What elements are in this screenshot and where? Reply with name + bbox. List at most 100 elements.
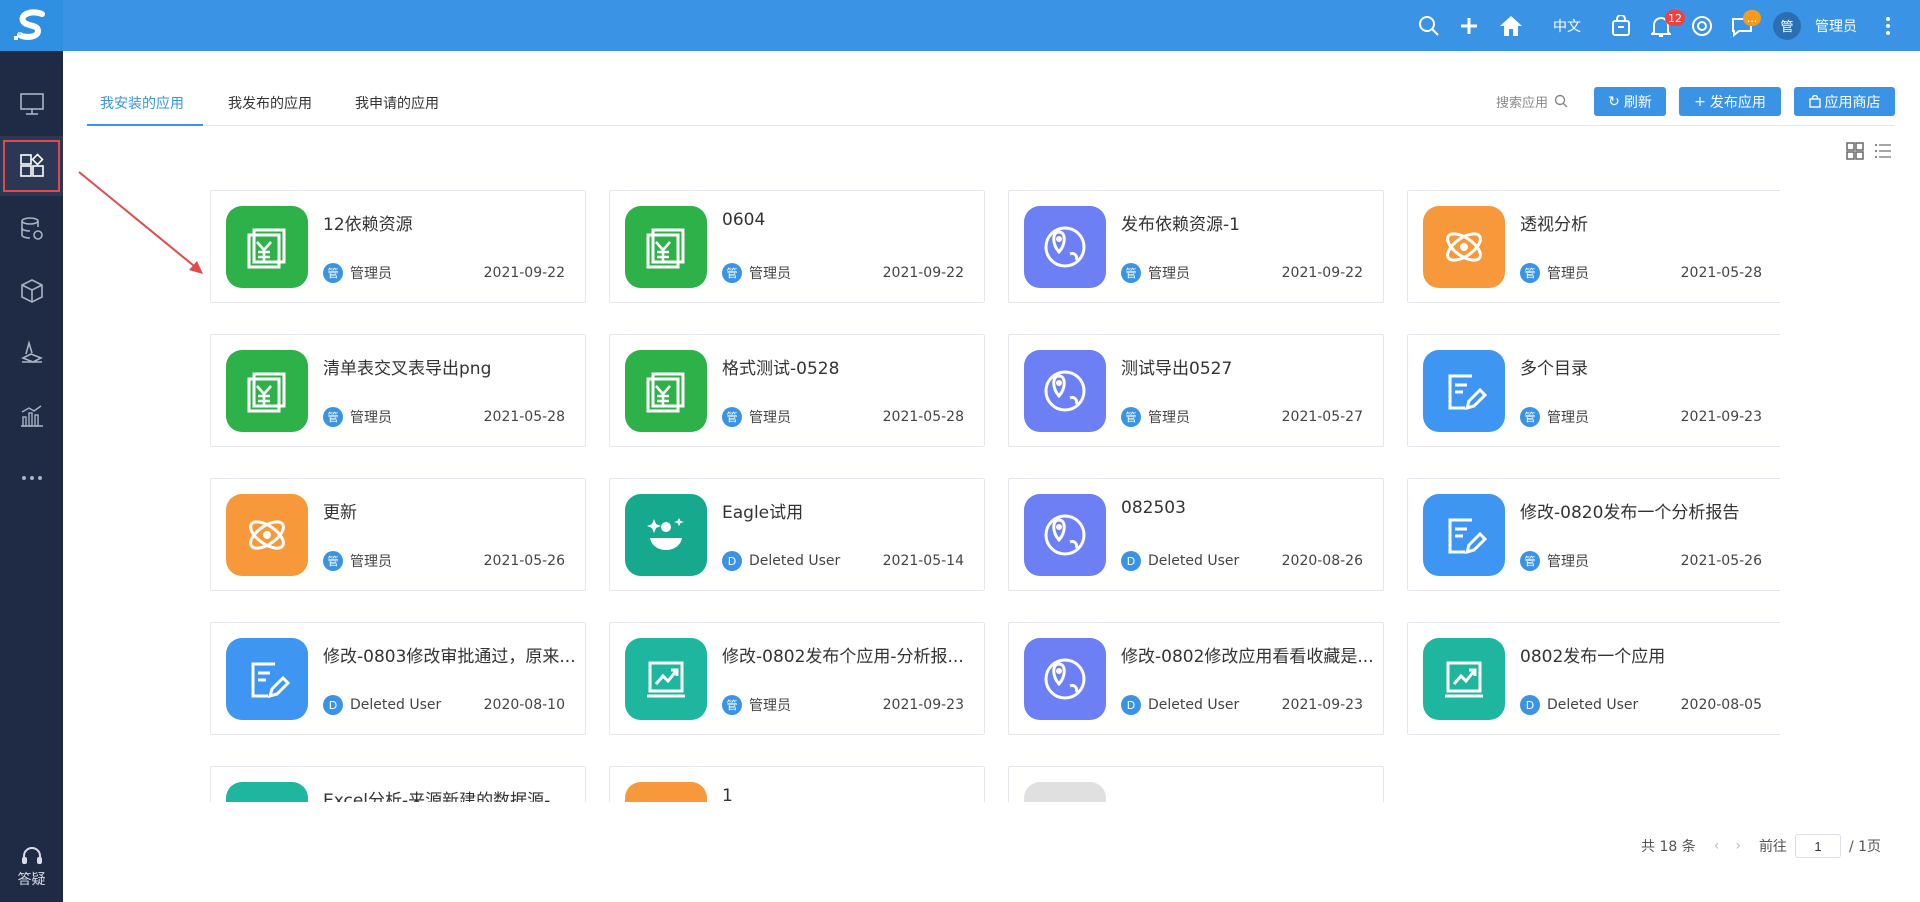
app-title: Excel分析-来源新建的数据源-... [323,791,567,802]
prev-page-icon[interactable]: ‹ [1714,838,1720,854]
tab-published[interactable]: 我发布的应用 [228,88,312,126]
next-page-icon[interactable]: › [1735,838,1741,854]
logo[interactable] [0,0,63,51]
help-center-button[interactable] [1691,0,1713,51]
publish-app-button[interactable]: + 发布应用 [1679,87,1781,116]
app-owner: D Deleted User [1121,695,1239,715]
page-input[interactable] [1794,834,1841,858]
headset-icon [21,847,42,864]
vertical-dots-icon [1886,16,1890,35]
app-owner: D Deleted User [1121,551,1239,571]
grid-view-icon[interactable] [1845,141,1865,161]
app-card[interactable]: 修改-0802修改应用看看收藏是... D Deleted User 2021-09-… [1008,622,1384,735]
app-owner: 管管理员 [1520,551,1589,571]
owner-name: 管理员 [749,698,791,714]
owner-name: Deleted User [1547,697,1639,713]
username[interactable]: 管理员 [1815,0,1857,51]
app-date: 2020-08-05 [1680,697,1762,713]
app-card[interactable]: 透视分析管管理员 2021-05-28 [1407,190,1780,303]
app-card[interactable]: 发布依赖资源-1 管管理员 2021-09-22 [1008,190,1384,303]
app-card[interactable]: 清单表交叉表导出png 管管理员 2021-05-28 [210,334,586,447]
app-owner: 管管理员 [722,407,791,427]
owner-avatar: 管 [1121,263,1141,283]
more-dots-icon [21,476,42,480]
app-store-button[interactable]: 应用商店 [1794,87,1895,116]
app-date: 2021-09-22 [882,265,964,281]
pagination: 共 18 条 ‹ › 前往 / 1页 [1641,834,1881,858]
total-count: 共 18 条 [1641,839,1696,855]
app-title: 12依赖资源 [323,215,413,235]
app-card[interactable]: 0802发布一个应用 D Deleted User 2020-08-05 [1407,622,1780,735]
owner-name: 管理员 [1547,554,1589,570]
app-date: 2020-08-10 [483,697,565,713]
lifebuoy-icon [1692,15,1712,36]
app-date: 2021-09-23 [1281,697,1363,713]
owner-name: 管理员 [350,266,392,282]
app-owner: D Deleted User [323,695,441,715]
app-card[interactable]: 修改-0802发布个应用-分析报... 管管理员 2021-09-23 [609,622,985,735]
highlight-box [3,140,60,192]
app-card[interactable] [1008,766,1384,802]
app-card[interactable]: 修改-0820发布一个分析报告管管理员 2021-05-26 [1407,478,1780,591]
store-button[interactable] [1611,0,1631,51]
sidebar-item-layers[interactable] [0,323,63,383]
atom-icon [1423,206,1505,288]
app-owner: 管管理员 [722,263,791,283]
search-button[interactable] [1418,0,1440,51]
tab-installed[interactable]: 我安装的应用 [87,88,203,126]
tab-applied[interactable]: 我申请的应用 [355,88,439,126]
owner-avatar: 管 [722,695,742,715]
sidebar-item-analysis[interactable] [0,386,63,446]
sidebar-item-apps[interactable] [0,136,63,196]
app-card[interactable]: 格式测试-0528 管管理员 2021-05-28 [609,334,985,447]
owner-name: Deleted User [1148,553,1240,569]
app-card[interactable]: 多个目录管管理员 2021-09-23 [1407,334,1780,447]
app-date: 2021-09-23 [882,697,964,713]
app-card[interactable]: Excel分析-来源新建的数据源-... [210,766,586,802]
owner-avatar: 管 [722,263,742,283]
app-card[interactable]: 1 [609,766,985,802]
notifications-button[interactable] [1651,0,1671,51]
app-owner: 管管理员 [323,263,392,283]
app-title: 1 [722,786,733,802]
app-title: 发布依赖资源-1 [1121,215,1240,235]
app-card[interactable]: 更新管管理员 2021-05-26 [210,478,586,591]
list-view-icon[interactable] [1873,141,1893,161]
owner-name: 管理员 [1547,266,1589,282]
message-badge: ... [1743,10,1761,26]
app-card[interactable]: Eagle试用 D Deleted User 2021-05-14 [609,478,985,591]
app-owner: D Deleted User [722,551,840,571]
yuan-report-icon [625,206,707,288]
add-button[interactable] [1459,0,1479,51]
app-owner: D Deleted User [1520,695,1638,715]
app-card[interactable]: 12依赖资源管管理员 2021-09-22 [210,190,586,303]
app-card[interactable]: 修改-0803修改审批通过，原来... D Deleted User 2020-08-… [210,622,586,735]
app-title: 修改-0802修改应用看看收藏是... [1121,647,1374,667]
refresh-icon: ↻ [1608,93,1620,110]
sidebar-item-cube[interactable] [0,261,63,321]
language-switch[interactable]: 中文 [1553,0,1581,51]
more-menu-button[interactable] [1885,0,1891,51]
map-pin-icon [1024,638,1106,720]
owner-avatar: 管 [323,551,343,571]
owner-name: 管理员 [749,266,791,282]
sidebar-item-more[interactable] [0,448,63,508]
search-icon [1554,94,1568,108]
app-owner: 管管理员 [323,551,392,571]
refresh-button[interactable]: ↻ 刷新 [1594,87,1666,116]
sidebar-item-monitor[interactable] [0,74,63,134]
help-button[interactable]: 答疑 [0,832,63,902]
app-card[interactable]: 082503 D Deleted User 2020-08-26 [1008,478,1384,591]
owner-avatar: 管 [722,407,742,427]
app-card[interactable]: 0604 管管理员 2021-09-22 [609,190,985,303]
user-avatar[interactable]: 管 [1773,0,1801,51]
annotation-arrow [78,171,203,274]
app-title: 更新 [323,503,357,523]
home-button[interactable] [1499,0,1523,51]
smile-sparkle-icon [625,494,707,576]
search-apps[interactable]: 搜索应用 [1496,90,1568,112]
app-date: 2021-05-14 [882,553,964,569]
app-card[interactable]: 测试导出0527 管管理员 2021-05-27 [1008,334,1384,447]
owner-name: 管理员 [350,554,392,570]
sidebar-item-data[interactable] [0,199,63,259]
